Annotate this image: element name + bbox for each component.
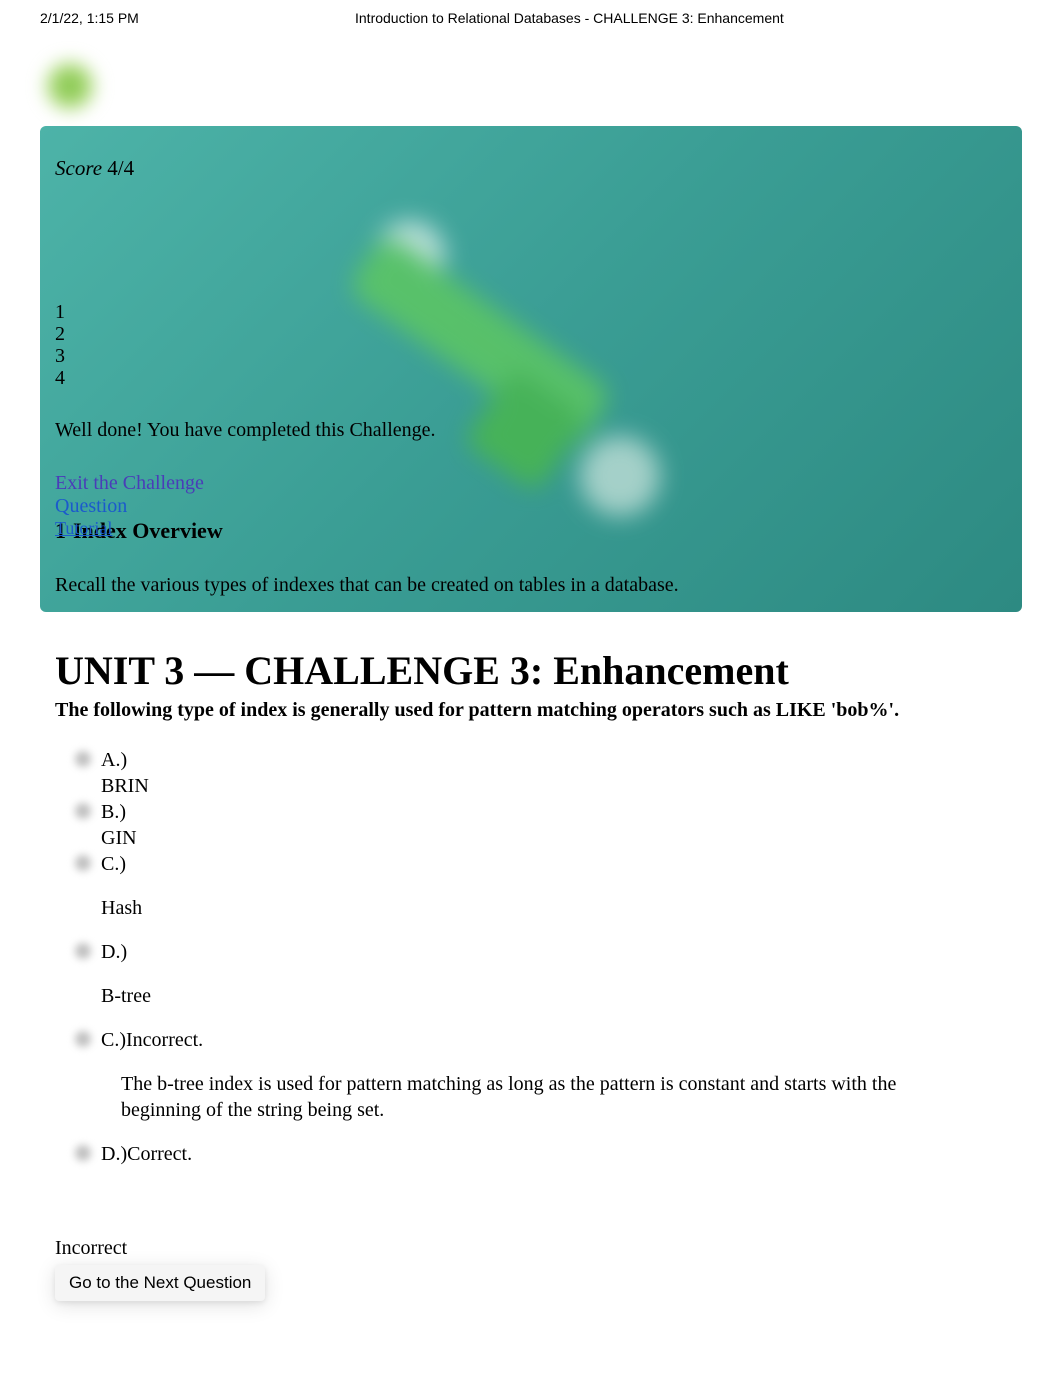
question-nav: 1 2 3 4 — [55, 301, 1007, 389]
status-icon — [75, 1145, 91, 1161]
links-row: Exit the Challenge Question Tutorial 1 I… — [55, 472, 1007, 544]
exit-challenge-link[interactable]: Exit the Challenge — [55, 472, 1007, 495]
nav-item-4[interactable]: 4 — [55, 367, 1007, 389]
feedback-d: D.)Correct. — [75, 1141, 1007, 1167]
radio-icon — [75, 803, 91, 819]
answer-b-label: B.) — [101, 799, 137, 825]
explanation-text: The b-tree index is used for pattern mat… — [121, 1071, 901, 1123]
answer-c-label: C.) — [101, 851, 142, 877]
hero-area: Score 4/4 1 2 3 4 Well done! You have co… — [40, 56, 1022, 612]
completion-message: Well done! You have completed this Chall… — [55, 419, 1007, 442]
radio-icon — [75, 751, 91, 767]
next-question-button[interactable]: Go to the Next Question — [55, 1265, 265, 1301]
nav-item-1[interactable]: 1 — [55, 301, 1007, 323]
nav-item-2[interactable]: 2 — [55, 323, 1007, 345]
answer-a-text: BRIN — [101, 773, 149, 799]
question-prompt: The following type of index is generally… — [55, 699, 1007, 722]
answer-c-text: Hash — [101, 895, 142, 921]
tutorial-link[interactable]: Tutorial — [55, 518, 112, 539]
main-content: UNIT 3 — CHALLENGE 3: Enhancement The fo… — [0, 612, 1062, 1321]
answer-d-text: B-tree — [101, 983, 151, 1009]
feedback-c-label: C.) — [101, 1029, 126, 1051]
logo-icon — [40, 56, 100, 116]
answer-c[interactable]: C.) Hash — [75, 851, 1007, 939]
header-timestamp: 2/1/22, 1:15 PM — [40, 10, 355, 26]
answer-list: A.) BRIN B.) GIN C.) Hash D.) B-tree — [75, 747, 1007, 1167]
radio-icon — [75, 855, 91, 871]
challenge-panel: Score 4/4 1 2 3 4 Well done! You have co… — [40, 126, 1022, 612]
feedback-c: C.)Incorrect. — [75, 1027, 1007, 1053]
feedback-d-status: Correct. — [127, 1143, 192, 1165]
score-label: Score — [55, 156, 102, 180]
unit-title: UNIT 3 — CHALLENGE 3: Enhancement — [55, 647, 1007, 694]
page-header: 2/1/22, 1:15 PM Introduction to Relation… — [0, 0, 1062, 36]
question-link[interactable]: Question — [55, 495, 1007, 518]
answer-a[interactable]: A.) BRIN — [75, 747, 1007, 799]
radio-icon — [75, 943, 91, 959]
score-value: 4/4 — [107, 156, 134, 180]
feedback-c-status: Incorrect. — [126, 1029, 203, 1051]
feedback-d-label: D.) — [101, 1143, 127, 1165]
header-title: Introduction to Relational Databases - C… — [355, 10, 784, 26]
result-label: Incorrect — [55, 1237, 1007, 1260]
answer-b[interactable]: B.) GIN — [75, 799, 1007, 851]
status-icon — [75, 1031, 91, 1047]
score-display: Score 4/4 — [55, 156, 1007, 181]
answer-d[interactable]: D.) B-tree — [75, 939, 1007, 1027]
section-subtext: Recall the various types of indexes that… — [55, 574, 1007, 597]
answer-b-text: GIN — [101, 825, 137, 851]
answer-d-label: D.) — [101, 939, 151, 965]
answer-a-label: A.) — [101, 747, 149, 773]
nav-item-3[interactable]: 3 — [55, 345, 1007, 367]
